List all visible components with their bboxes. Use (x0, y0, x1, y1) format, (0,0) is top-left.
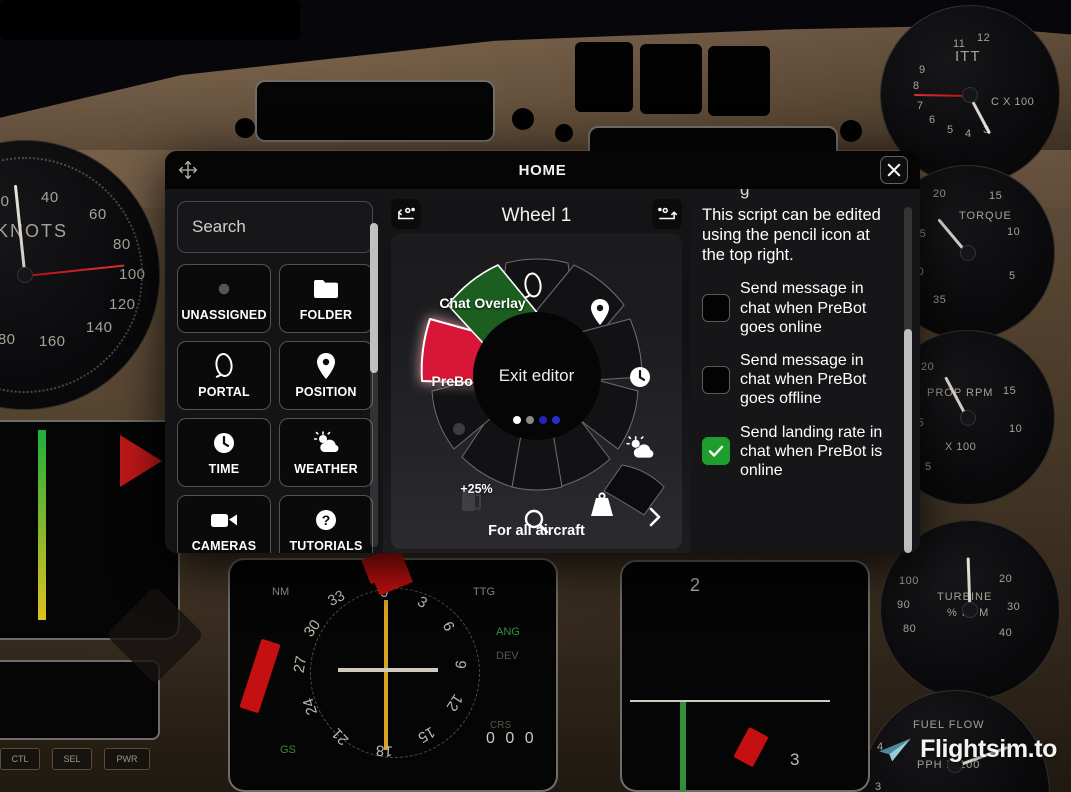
tile-label: FOLDER (299, 307, 353, 322)
folder-icon (313, 276, 339, 302)
tile-label: CAMERAS (191, 538, 257, 553)
details-scroll-thumb[interactable] (904, 329, 912, 553)
library-sidebar: UNASSIGNED FOLDER (165, 189, 383, 553)
panel-screw (235, 118, 255, 138)
script-description: This script can be edited using the penc… (702, 206, 881, 265)
tile-label: POSITION (295, 384, 357, 399)
tile-portal[interactable]: PORTAL (177, 341, 271, 410)
tile-unassigned[interactable]: UNASSIGNED (177, 264, 271, 333)
adi-tick: 3 (790, 750, 800, 769)
checkbox-unchecked-icon[interactable] (702, 294, 730, 323)
tile-position[interactable]: POSITION (279, 341, 373, 410)
panel-screw (840, 120, 862, 142)
close-icon (887, 163, 901, 177)
switch-ctl[interactable]: CTL (0, 748, 40, 770)
move-arrows-icon[interactable] (177, 159, 199, 181)
tile-time[interactable]: TIME (177, 418, 271, 487)
switch-sel[interactable]: SEL (52, 748, 92, 770)
tile-tutorials[interactable]: ? TUTORIALS (279, 495, 373, 553)
page-dot[interactable] (539, 416, 547, 424)
watermark: Flightsim.to (878, 735, 1057, 764)
option-row-online[interactable]: Send message in chat when PreBot goes on… (702, 279, 894, 337)
page-dot[interactable] (552, 416, 560, 424)
option-label: Send message in chat when PreBot goes of… (740, 351, 867, 408)
sidebar-scroll-thumb[interactable] (370, 223, 378, 373)
category-grid: UNASSIGNED FOLDER PORTAL POSITION TIME W… (177, 264, 373, 553)
page-title: HOME (518, 161, 567, 179)
script-details-panel: g This script can be edited using the pe… (690, 189, 920, 553)
details-scrollbar[interactable] (904, 207, 912, 553)
sun-cloud-icon (312, 430, 340, 456)
wheel-editor: Wheel 1 +25% PreBot Chat Overlay Exit ed… (383, 189, 690, 553)
wheel-page-dots (513, 416, 560, 424)
tile-label: TIME (208, 461, 240, 476)
hsi-content: NM TTG ANG DEV GS CRS 0 0 0 HDG 33 30 27… (228, 549, 558, 792)
panel-cutout (575, 42, 633, 112)
tile-label: TUTORIALS (289, 538, 363, 553)
paper-plane-icon (879, 738, 911, 761)
dialog-titlebar[interactable]: HOME (165, 151, 920, 189)
switch-pwr[interactable]: PWR (104, 748, 150, 770)
panel-display-bezel (255, 80, 495, 142)
exit-editor-button[interactable]: Exit editor (472, 312, 601, 440)
move-wheel-left-button[interactable] (391, 199, 421, 229)
search-input[interactable] (177, 201, 373, 253)
video-camera-icon (210, 507, 238, 533)
checkbox-checked-icon[interactable] (702, 437, 730, 466)
exit-editor-label: Exit editor (498, 366, 575, 385)
upper-shadow (0, 0, 300, 40)
page-dot[interactable] (526, 416, 534, 424)
portal-icon (213, 352, 235, 379)
tile-label: PORTAL (198, 384, 250, 399)
svg-text:?: ? (322, 512, 331, 528)
switch-row: CTL SEL PWR (0, 748, 170, 774)
panel-screw (512, 108, 534, 130)
option-row-landing-rate[interactable]: Send landing rate in chat when PreBot is… (702, 423, 894, 481)
home-dialog: HOME UNASSIGNED (165, 151, 920, 553)
option-label: Send message in chat when PreBot goes on… (740, 280, 867, 336)
lower-panel-bezel (0, 660, 160, 740)
circle-dot-icon (215, 276, 233, 302)
wheel-segment-next-page (603, 464, 664, 516)
heading-bug (120, 435, 162, 487)
close-button[interactable] (880, 156, 908, 184)
page-dot[interactable] (513, 416, 521, 424)
dialog-body: UNASSIGNED FOLDER (165, 189, 920, 553)
question-mark-icon: ? (314, 507, 338, 533)
tile-cameras[interactable]: CAMERAS (177, 495, 271, 553)
tile-weather[interactable]: WEATHER (279, 418, 373, 487)
adi-horizon (630, 700, 830, 702)
panel-screw (555, 124, 573, 142)
watermark-text: Flightsim.to (920, 735, 1057, 763)
wheel-scope-label: For all aircraft (488, 523, 585, 539)
tile-folder[interactable]: FOLDER (279, 264, 373, 333)
wheel-header: Wheel 1 (383, 197, 690, 235)
vertical-tape (38, 430, 46, 620)
wheel-title: Wheel 1 (501, 205, 572, 226)
clock-icon (212, 430, 236, 456)
move-wheel-right-button[interactable] (652, 199, 682, 229)
clipped-heading: g (740, 189, 750, 199)
checkbox-unchecked-icon[interactable] (702, 365, 730, 394)
panel-cutout (708, 46, 770, 116)
map-pin-icon (316, 352, 336, 379)
radial-wheel: +25% PreBot Chat Overlay Exit editor (394, 233, 680, 534)
option-row-offline[interactable]: Send message in chat when PreBot goes of… (702, 351, 894, 409)
panel-cutout (640, 44, 702, 114)
option-label: Send landing rate in chat when PreBot is… (740, 423, 883, 479)
adi-tick: 2 (690, 575, 701, 595)
screen-root: 300 40 60 80 100 120 140 160 180 200 KNO… (0, 0, 1071, 792)
sidebar-scrollbar[interactable] (370, 223, 378, 547)
tile-label: WEATHER (294, 461, 358, 476)
adi-bar (680, 700, 686, 792)
tile-label: UNASSIGNED (181, 307, 267, 322)
